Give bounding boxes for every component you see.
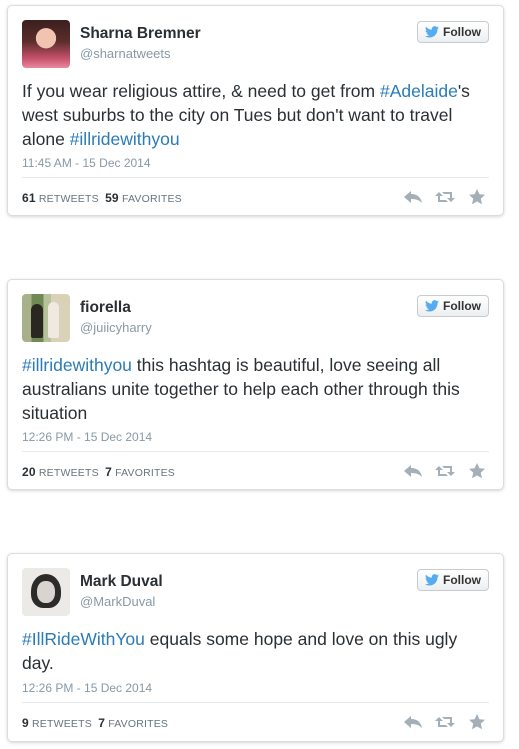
twitter-bird-icon [425,300,439,312]
favorite-count[interactable]: 7 [105,465,112,479]
tweet-timestamp[interactable]: 11:45 AM - 15 Dec 2014 [22,156,151,170]
follow-button[interactable]: Follow [417,21,489,43]
divider [22,177,489,178]
retweet-count[interactable]: 61 [22,191,36,205]
follow-label: Follow [443,299,481,313]
tweet-text: #IllRideWithYou equals some hope and lov… [22,627,492,675]
divider [22,451,489,452]
author-name[interactable]: fiorella [80,299,131,317]
tweet-card: fiorella @juiicyharry Follow #illridewit… [7,279,504,490]
tweet-card: Mark Duval @MarkDuval Follow #IllRideWit… [7,553,504,742]
tweet-text: If you wear religious attire, & need to … [22,79,492,151]
retweets-label: RETWEETS [32,718,92,730]
retweets-label: RETWEETS [38,467,99,479]
tweet-text: #illridewithyou this hashtag is beautifu… [22,353,492,425]
avatar[interactable] [22,294,70,342]
tweet-card: Sharna Bremner @sharnatweets Follow If y… [7,5,504,216]
retweet-count[interactable]: 9 [22,716,29,730]
favorite-star-icon[interactable] [467,714,487,730]
retweet-icon[interactable] [435,189,455,205]
tweet-actions [403,463,487,479]
avatar[interactable] [22,568,70,616]
avatar[interactable] [22,20,70,68]
tweet-actions [403,714,487,730]
tweet-stats: 61 RETWEETS 59 FAVORITES [22,191,182,205]
favorite-star-icon[interactable] [467,189,487,205]
retweets-label: RETWEETS [38,193,99,205]
favorites-label: FAVORITES [121,193,182,205]
retweet-count[interactable]: 20 [22,465,36,479]
tweet-actions [403,189,487,205]
favorite-star-icon[interactable] [467,463,487,479]
author-name[interactable]: Mark Duval [80,573,163,591]
hashtag-link[interactable]: #illridewithyou [22,355,132,375]
tweet-timestamp[interactable]: 12:26 PM - 15 Dec 2014 [22,681,152,695]
hashtag-link[interactable]: #Adelaide [380,81,458,101]
reply-icon[interactable] [403,463,423,479]
tweet-stats: 9 RETWEETS 7 FAVORITES [22,716,168,730]
favorite-count[interactable]: 7 [98,716,105,730]
favorites-label: FAVORITES [108,718,169,730]
retweet-icon[interactable] [435,463,455,479]
tweet-timestamp[interactable]: 12:26 PM - 15 Dec 2014 [22,430,152,444]
reply-icon[interactable] [403,189,423,205]
author-handle[interactable]: @juiicyharry [80,320,152,335]
follow-button[interactable]: Follow [417,569,489,591]
divider [22,702,489,703]
hashtag-link[interactable]: #illridewithyou [70,129,180,149]
follow-label: Follow [443,573,481,587]
follow-button[interactable]: Follow [417,295,489,317]
twitter-bird-icon [425,574,439,586]
tweet-text-run: If you wear religious attire, & need to … [22,81,380,101]
author-handle[interactable]: @MarkDuval [80,594,155,609]
favorite-count[interactable]: 59 [105,191,119,205]
tweet-stats: 20 RETWEETS 7 FAVORITES [22,465,175,479]
twitter-bird-icon [425,26,439,38]
reply-icon[interactable] [403,714,423,730]
retweet-icon[interactable] [435,714,455,730]
favorites-label: FAVORITES [115,467,176,479]
author-handle[interactable]: @sharnatweets [80,46,171,61]
author-name[interactable]: Sharna Bremner [80,25,201,43]
hashtag-link[interactable]: #IllRideWithYou [22,629,145,649]
follow-label: Follow [443,25,481,39]
